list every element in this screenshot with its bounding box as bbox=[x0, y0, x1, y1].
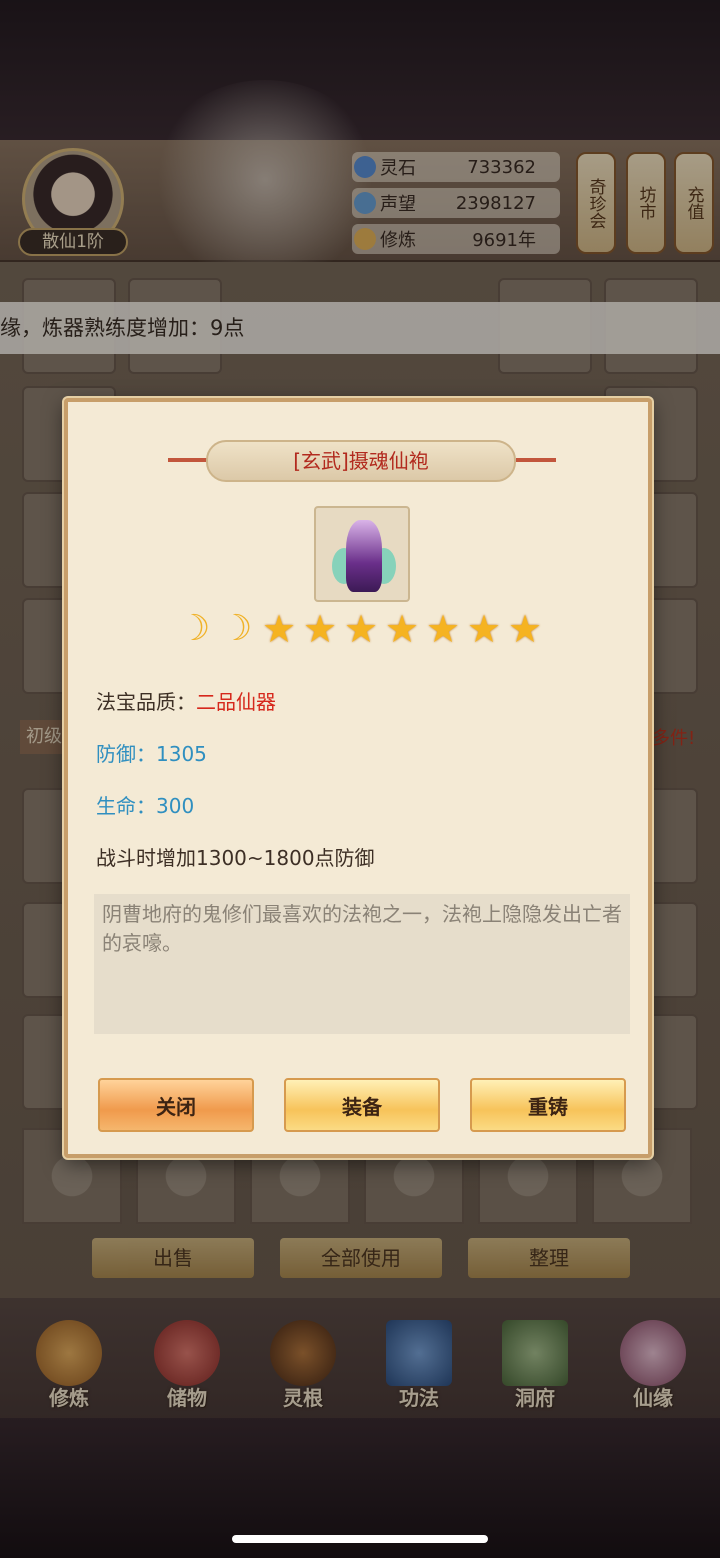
item-title: [玄武]摄魂仙袍 bbox=[206, 440, 516, 482]
star-icon: ★ bbox=[303, 607, 338, 651]
item-description: 阴曹地府的鬼修们最喜欢的法袍之一，法袍上隐隐发出亡者的哀嚎。 bbox=[94, 894, 630, 1034]
item-rating: ☽ ☽ ★ ★ ★ ★ ★ ★ ★ bbox=[178, 610, 546, 654]
quality-label: 法宝品质： bbox=[96, 690, 196, 714]
equip-button[interactable]: 装备 bbox=[284, 1078, 440, 1132]
star-icon: ★ bbox=[344, 607, 379, 651]
recast-button[interactable]: 重铸 bbox=[470, 1078, 626, 1132]
defense-stat: 防御：1305 bbox=[96, 742, 207, 766]
star-icon: ★ bbox=[467, 607, 502, 651]
item-detail-dialog: [玄武]摄魂仙袍 ☽ ☽ ★ ★ ★ ★ ★ ★ ★ 法宝品质：二品仙器 防御：… bbox=[64, 398, 652, 1158]
star-icon: ★ bbox=[508, 607, 543, 651]
star-icon: ★ bbox=[426, 607, 461, 651]
hp-stat: 生命：300 bbox=[96, 794, 195, 818]
moon-icon: ☽ bbox=[220, 608, 253, 649]
quality-row: 法宝品质：二品仙器 bbox=[96, 686, 276, 715]
close-button[interactable]: 关闭 bbox=[98, 1078, 254, 1132]
banner-ornament-right bbox=[516, 458, 556, 462]
star-icon: ★ bbox=[385, 607, 420, 651]
robe-figure bbox=[346, 520, 382, 592]
star-icon: ★ bbox=[262, 607, 297, 651]
robe-item-icon bbox=[314, 506, 410, 602]
quality-value: 二品仙器 bbox=[196, 690, 276, 714]
moon-icon: ☽ bbox=[178, 608, 211, 649]
home-indicator[interactable] bbox=[232, 1535, 488, 1543]
banner-ornament-left bbox=[168, 458, 208, 462]
effect-text: 战斗时增加1300~1800点防御 bbox=[96, 846, 375, 870]
